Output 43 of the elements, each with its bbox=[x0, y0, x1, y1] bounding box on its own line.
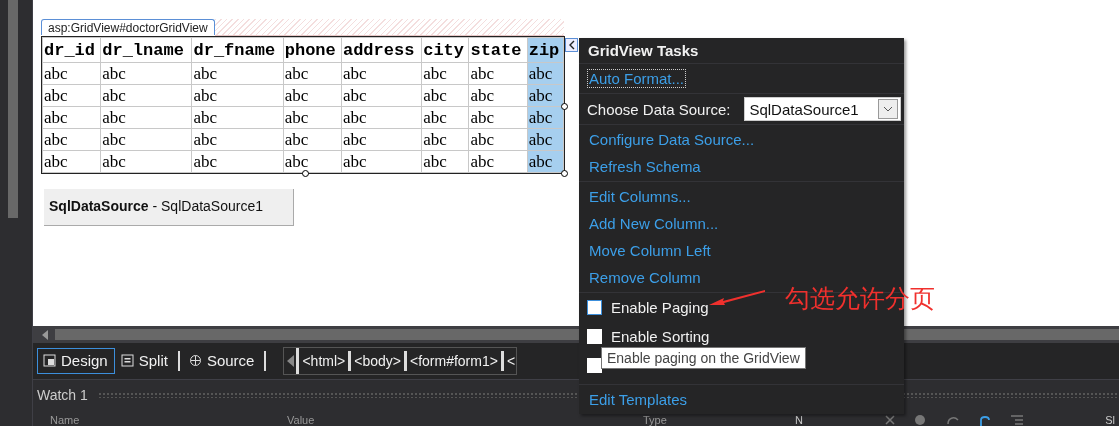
panel-title: GridView Tasks bbox=[579, 38, 904, 64]
table-cell: abc bbox=[283, 84, 342, 107]
table-cell: abc bbox=[421, 128, 469, 151]
table-cell: abc bbox=[100, 106, 192, 129]
table-cell: abc bbox=[421, 106, 469, 129]
table-cell: abc bbox=[42, 150, 101, 173]
table-cell: abc bbox=[341, 150, 422, 173]
table-cell: abc bbox=[192, 62, 284, 85]
table-cell: abc bbox=[192, 128, 284, 151]
table-cell: abc bbox=[100, 128, 192, 151]
checkbox-label: Enable Paging bbox=[611, 299, 709, 316]
table-cell: abc bbox=[192, 106, 284, 129]
table-cell: abc bbox=[341, 62, 422, 85]
panel-title: Watch 1 bbox=[37, 387, 88, 403]
table-cell: abc bbox=[283, 150, 342, 173]
table-cell: abc bbox=[468, 128, 528, 151]
table-cell: abc bbox=[341, 84, 422, 107]
table-cell: abc bbox=[283, 62, 342, 85]
table-cell: abc bbox=[341, 128, 422, 151]
checkbox-label: Enable Sorting bbox=[611, 328, 710, 345]
table-cell: abc bbox=[192, 84, 284, 107]
table-cell: abc bbox=[100, 62, 192, 85]
table-cell: abc bbox=[192, 150, 284, 173]
table-cell: abc bbox=[42, 128, 101, 151]
tooltip: Enable paging on the GridView bbox=[601, 347, 806, 369]
table-cell: abc bbox=[42, 62, 101, 85]
table-cell: abc bbox=[468, 150, 528, 173]
table-cell: abc bbox=[42, 106, 101, 129]
table-cell: abc bbox=[341, 106, 422, 129]
table-cell: abc bbox=[42, 84, 101, 107]
table-cell: abc bbox=[468, 62, 528, 85]
table-cell: abc bbox=[421, 150, 469, 173]
table-cell: abc bbox=[283, 128, 342, 151]
dropdown-label: Choose Data Source: bbox=[587, 100, 731, 118]
table-cell: abc bbox=[100, 150, 192, 173]
table-cell: abc bbox=[421, 62, 469, 85]
table-cell: abc bbox=[468, 84, 528, 107]
table-cell: abc bbox=[468, 106, 528, 129]
table-cell: abc bbox=[283, 106, 342, 129]
control-tag: asp:GridView#doctorGridView bbox=[41, 19, 215, 35]
table-cell: abc bbox=[421, 84, 469, 107]
data-source-control: SqlDataSource - SqlDataSource1 bbox=[44, 189, 294, 226]
table-cell: abc bbox=[100, 84, 192, 107]
